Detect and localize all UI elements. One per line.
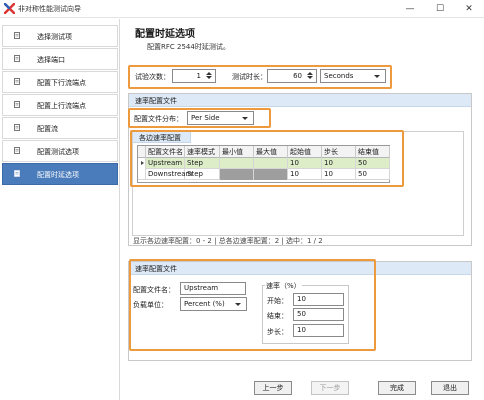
profile-name-label: 配置文件名： <box>133 286 175 294</box>
table-cell[interactable]: 10 <box>288 169 322 180</box>
trial-count-value: 1 <box>196 72 201 80</box>
column-header[interactable]: 结束值 <box>356 146 390 158</box>
page-icon <box>14 101 20 108</box>
minimize-button[interactable]: — <box>396 1 424 17</box>
load-unit-select[interactable]: Percent (%) <box>180 297 247 311</box>
step-label: 步长： <box>267 328 288 336</box>
distribution-label: 配置文件分布： <box>134 115 183 123</box>
load-unit-value: Percent (%) <box>184 300 225 308</box>
nav-item-label: 配置上行流端点 <box>37 102 86 110</box>
nav-item-label: 配置测试选项 <box>37 148 79 156</box>
duration-stepper[interactable]: 60 <box>267 69 317 83</box>
trial-count-stepper[interactable]: 1 <box>172 69 216 83</box>
nav-item-select-test[interactable]: 选择测试项 <box>2 25 118 47</box>
nav-item-upstream-endpoints[interactable]: 配置上行流端点 <box>2 94 118 116</box>
row-indicator-header <box>138 146 146 158</box>
page-subtitle: 配置RFC 2544时延测试。 <box>147 43 230 51</box>
profile-name-field[interactable]: Upstream <box>180 282 246 295</box>
duration-unit-select[interactable]: Seconds <box>320 69 386 83</box>
table-cell[interactable] <box>220 158 254 169</box>
column-header[interactable]: 最小值 <box>220 146 254 158</box>
column-header[interactable]: 速率模式 <box>185 146 220 158</box>
table-cell-disabled <box>220 169 254 180</box>
end-field[interactable]: 50 <box>293 308 344 321</box>
column-header[interactable]: 起始值 <box>288 146 322 158</box>
nav-item-test-options[interactable]: 配置测试选项 <box>2 140 118 162</box>
distribution-select[interactable]: Per Side <box>187 111 254 125</box>
trial-count-label: 试验次数： <box>135 73 170 81</box>
table-cell[interactable]: Upstream <box>146 158 185 169</box>
start-field[interactable]: 10 <box>293 293 344 306</box>
stepper-arrows-icon[interactable] <box>305 71 315 81</box>
prev-button[interactable]: 上一步 <box>254 381 292 395</box>
page-icon <box>14 170 20 177</box>
page-icon <box>14 32 20 39</box>
rate-table: 配置文件名 速率模式 最小值 最大值 起始值 步长 结束值 Upstream S… <box>137 145 390 183</box>
column-header[interactable]: 最大值 <box>254 146 288 158</box>
chevron-down-icon <box>242 117 248 120</box>
table-cell[interactable]: 10 <box>288 158 322 169</box>
table-cell-disabled <box>254 169 288 180</box>
table-row[interactable]: Upstream Step 10 10 50 <box>138 158 390 169</box>
finish-button[interactable]: 完成 <box>378 381 416 395</box>
nav-item-downstream-endpoints[interactable]: 配置下行流端点 <box>2 71 118 93</box>
table-cell[interactable]: 50 <box>356 169 390 180</box>
close-button[interactable]: ✕ <box>455 1 483 17</box>
current-row-arrow-icon <box>141 161 144 165</box>
page-icon <box>14 124 20 131</box>
row-indicator <box>138 169 146 180</box>
table-cell[interactable]: Step <box>185 169 220 180</box>
rate-profile-group-title: 速率配置文件 <box>135 97 177 105</box>
table-cell[interactable]: 10 <box>322 169 356 180</box>
end-label: 结束： <box>267 312 288 320</box>
load-unit-label: 负载单位： <box>133 301 168 309</box>
rate-table-header: 配置文件名 速率模式 最小值 最大值 起始值 步长 结束值 <box>138 146 390 158</box>
table-cell[interactable]: Downstream <box>146 169 192 180</box>
duration-label: 测试时长： <box>232 73 267 81</box>
next-button[interactable]: 下一步 <box>311 381 349 395</box>
row-indicator <box>138 158 146 169</box>
column-header[interactable]: 步长 <box>322 146 356 158</box>
nav-item-configure-streams[interactable]: 配置流 <box>2 117 118 139</box>
duration-unit-value: Seconds <box>324 72 354 80</box>
nav-item-label: 配置流 <box>37 125 58 133</box>
table-row[interactable]: Downstream Step 10 10 50 <box>138 169 390 180</box>
nav-item-label: 选择测试项 <box>37 33 72 41</box>
rate-percent-legend: 速率（%） <box>265 281 302 291</box>
window-title: 非对称性能测试向导 <box>18 5 81 13</box>
page-title: 配置时延选项 <box>135 29 195 40</box>
rate-profile-group-header: 速率配置文件 <box>129 94 471 107</box>
page-icon <box>14 147 20 154</box>
exit-button[interactable]: 退出 <box>431 381 469 395</box>
stepper-arrows-icon[interactable] <box>204 71 214 81</box>
distribution-value: Per Side <box>191 114 220 122</box>
maximize-button[interactable]: ☐ <box>426 1 454 17</box>
app-icon <box>4 3 15 14</box>
chevron-down-icon <box>374 75 380 78</box>
wizard-step-list: 选择测试项 选择端口 配置下行流端点 配置上行流端点 配置流 配置测试选项 配置… <box>0 19 120 400</box>
nav-item-label: 配置下行流端点 <box>37 79 86 87</box>
column-header[interactable]: 配置文件名 <box>146 146 185 158</box>
page-icon <box>14 55 20 62</box>
table-cell[interactable]: 50 <box>356 158 390 169</box>
table-status: 显示各边速率配置：0 - 2 | 总各边速率配置：2 | 选中：1 / 2 <box>133 237 323 245</box>
table-cell[interactable] <box>254 158 288 169</box>
duration-value: 60 <box>293 72 302 80</box>
table-cell[interactable]: Step <box>185 158 220 169</box>
table-cell[interactable]: 10 <box>322 158 356 169</box>
step-field[interactable]: 10 <box>293 324 344 337</box>
title-bar: 非对称性能测试向导 — ☐ ✕ <box>0 0 484 18</box>
nav-item-latency-options[interactable]: 配置时延选项 <box>2 163 118 185</box>
nav-item-label: 配置时延选项 <box>37 171 79 179</box>
start-label: 开始： <box>267 297 288 305</box>
page-icon <box>14 78 20 85</box>
nav-item-select-ports[interactable]: 选择端口 <box>2 48 118 70</box>
nav-item-label: 选择端口 <box>37 56 65 64</box>
chevron-down-icon <box>235 303 241 306</box>
